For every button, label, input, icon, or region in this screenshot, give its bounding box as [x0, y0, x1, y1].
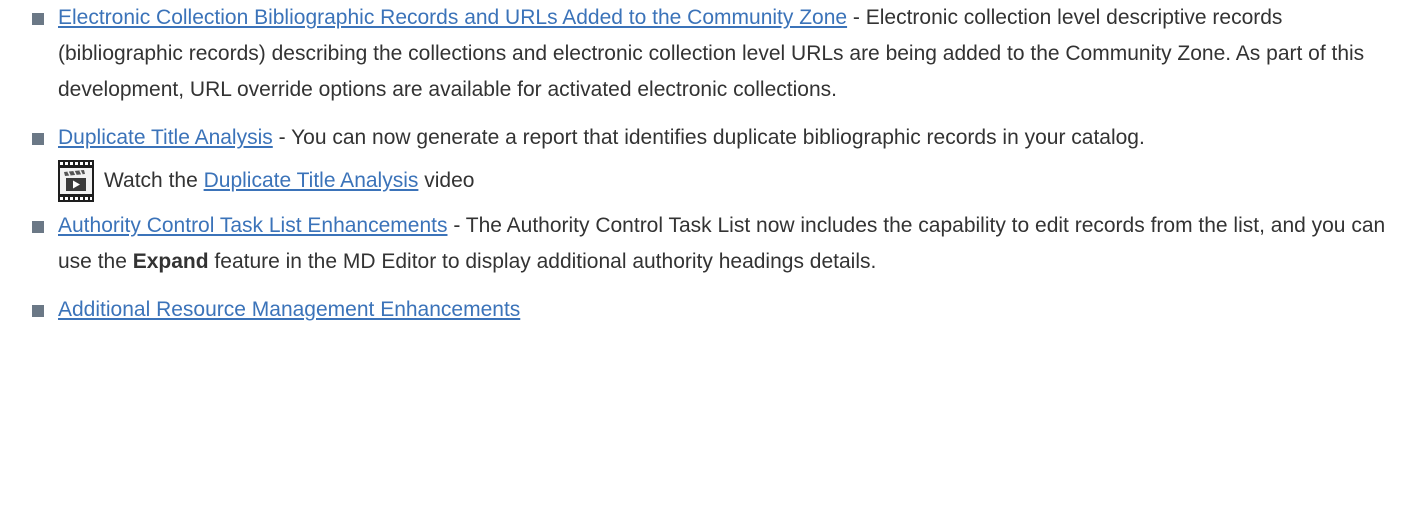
square-bullet-icon: [32, 305, 44, 317]
list-item-authority-control: Authority Control Task List Enhancements…: [0, 208, 1424, 280]
authority-control-link[interactable]: Authority Control Task List Enhancements: [58, 214, 447, 237]
authority-control-description-end: feature in the MD Editor to display addi…: [208, 250, 877, 273]
video-suffix: video: [418, 169, 475, 192]
duplicate-title-video-link[interactable]: Duplicate Title Analysis: [204, 169, 419, 192]
feature-list: Electronic Collection Bibliographic Reco…: [0, 0, 1424, 328]
electronic-collection-link[interactable]: Electronic Collection Bibliographic Reco…: [58, 6, 847, 29]
video-prefix: Watch the: [104, 169, 204, 192]
square-bullet-icon: [32, 13, 44, 25]
video-caption: Watch the Duplicate Title Analysis video: [104, 163, 474, 199]
resource-management-link[interactable]: Additional Resource Management Enhanceme…: [58, 298, 520, 321]
square-bullet-icon: [32, 133, 44, 145]
square-bullet-icon: [32, 221, 44, 233]
list-item-electronic-collection: Electronic Collection Bibliographic Reco…: [0, 0, 1424, 108]
duplicate-title-link[interactable]: Duplicate Title Analysis: [58, 126, 273, 149]
duplicate-title-description: - You can now generate a report that ide…: [272, 126, 1145, 149]
film-clapper-icon: [58, 160, 94, 202]
video-row: Watch the Duplicate Title Analysis video: [58, 160, 1404, 202]
list-item-duplicate-title: Duplicate Title Analysis - You can now g…: [0, 120, 1424, 202]
list-item-resource-management: Additional Resource Management Enhanceme…: [0, 292, 1424, 328]
release-notes-content: Electronic Collection Bibliographic Reco…: [0, 0, 1424, 521]
expand-feature-label: Expand: [132, 250, 209, 273]
